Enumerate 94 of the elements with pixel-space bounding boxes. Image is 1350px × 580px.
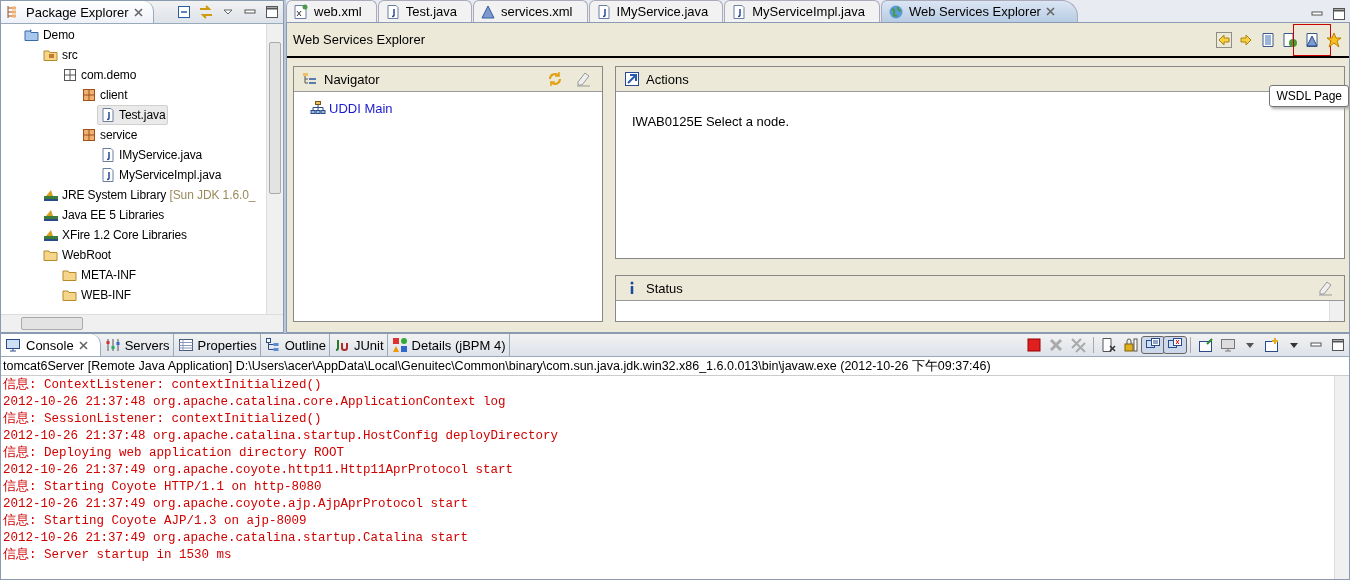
java-file-icon — [731, 3, 748, 20]
java-file-icon — [595, 3, 612, 20]
vertical-scrollbar[interactable] — [266, 24, 283, 314]
shapes-icon — [391, 337, 408, 353]
console-line: 2012-10-26 21:37:48 org.apache.catalina.startup.HostConfig deployDirectory — [2, 428, 560, 445]
maximize-icon[interactable] — [264, 4, 280, 20]
maximize-icon[interactable] — [1331, 6, 1347, 22]
view-tab[interactable]: JUnit — [329, 334, 388, 356]
console-line: 信息: Starting Coyote HTTP/1.1 on http-8080 — [2, 479, 323, 496]
process-label: tomcat6Server [Remote Java Application] D:\Users\acer\AppData\Local\Genuitec\Common\binary\com.sun.java.jdk.win32.x86_1.6.0.013\bin\javaw.exe (2012-10-26 下午09:37:46) — [1, 357, 1349, 376]
wsdl-page-icon[interactable] — [1304, 31, 1320, 48]
document-icon[interactable] — [1260, 31, 1276, 48]
tree-item[interactable]: MyServiceImpl.java — [97, 165, 225, 185]
collapse-all-icon[interactable] — [176, 4, 192, 20]
folder-icon — [62, 267, 78, 283]
package-icon — [81, 127, 97, 143]
editor-tab[interactable]: Web Services Explorer — [880, 0, 1078, 22]
editor-tab[interactable]: Test.java — [377, 0, 472, 22]
tree-item[interactable]: XFire 1.2 Core Libraries — [40, 225, 190, 245]
vertical-scrollbar[interactable] — [1329, 301, 1344, 321]
console-line: 2012-10-26 21:37:48 org.apache.catalina.core.ApplicationContext log — [2, 394, 507, 411]
editor-tab[interactable]: web.xml — [286, 0, 377, 22]
table-icon — [177, 337, 194, 353]
java-file-icon — [100, 167, 116, 183]
triangle-file-icon — [480, 3, 496, 20]
star-icon[interactable] — [1326, 31, 1342, 48]
console-line: 信息: SessionListener: contextInitialized() — [2, 411, 323, 428]
junit-icon — [333, 337, 350, 353]
tree-item[interactable]: Test.java — [97, 105, 169, 125]
navigator-icon — [302, 71, 318, 87]
globe-icon — [887, 3, 904, 20]
console-line: 2012-10-26 21:37:49 org.apache.catalina.startup.Catalina start — [2, 530, 470, 547]
console-line: 信息: ContextListener: contextInitialized() — [2, 377, 323, 394]
project-folder-icon — [24, 27, 40, 43]
horizontal-scrollbar[interactable] — [1, 314, 283, 332]
frame-title: Status — [646, 280, 683, 296]
monitor-icon — [5, 337, 21, 353]
editor-tab[interactable]: services.xml — [473, 0, 588, 22]
stop-icon[interactable] — [1026, 337, 1042, 353]
package-icon — [62, 67, 78, 83]
xml-file-icon — [293, 3, 309, 20]
view-tab[interactable]: Properties — [173, 334, 261, 356]
tree-item[interactable]: service — [78, 125, 141, 145]
display-console-icon[interactable] — [1220, 337, 1236, 353]
status-message: IWAB0125E Select a node. — [632, 113, 791, 129]
document-globe-icon[interactable] — [1282, 31, 1298, 48]
java-file-icon — [100, 147, 116, 163]
hierarchy-icon — [310, 100, 326, 116]
scroll-lock-icon[interactable] — [1123, 337, 1139, 353]
view-tab[interactable]: Package Explorer — [1, 1, 154, 23]
java-file-icon — [100, 107, 116, 123]
console-line: 2012-10-26 21:37:49 org.apache.coyote.http11.Http11AprProtocol start — [2, 462, 515, 479]
view-tab[interactable]: Console — [1, 334, 101, 356]
close-icon[interactable] — [78, 340, 88, 350]
console-line: 信息: Starting Coyote AJP/1.3 on ajp-8009 — [2, 513, 308, 530]
tree-item[interactable]: client — [78, 85, 131, 105]
registry-link[interactable]: UDDI Main — [310, 100, 586, 116]
close-icon[interactable] — [133, 7, 143, 17]
close-icon[interactable] — [1045, 7, 1055, 16]
explorer-title: Web Services Explorer — [293, 32, 425, 47]
tree-item[interactable]: WEB-INF — [59, 285, 134, 305]
package-icon — [81, 87, 97, 103]
frame-title: Actions — [646, 71, 689, 87]
tree-item[interactable]: Demo — [21, 25, 78, 45]
tree-item[interactable]: WebRoot — [40, 245, 115, 265]
servers-icon — [104, 337, 121, 353]
editor-tab[interactable]: MyServiceImpl.java — [724, 0, 880, 22]
java-file-icon — [384, 3, 401, 20]
clear-console-icon[interactable] — [1101, 337, 1117, 353]
maximize-icon[interactable] — [1330, 337, 1346, 353]
tree-item[interactable]: IMyService.java — [97, 145, 206, 165]
tree-item[interactable]: src — [40, 45, 81, 65]
console-line: 信息: Deploying web application directory ROOT — [2, 445, 346, 462]
view-tab[interactable]: Servers — [100, 334, 174, 356]
tooltip: WSDL Page — [1269, 85, 1349, 107]
pin-icon[interactable] — [1198, 337, 1214, 353]
console-line: 2012-10-26 21:37:49 org.apache.coyote.ajp.AjpAprProtocol start — [2, 496, 470, 513]
view-tab[interactable]: Outline — [260, 334, 330, 356]
source-folder-icon — [43, 47, 59, 63]
console-line: 信息: Server startup in 1530 ms — [2, 547, 233, 564]
folder-icon — [62, 287, 78, 303]
tree-item[interactable]: JRE System Library [Sun JDK 1.6.0_ — [40, 185, 259, 205]
view-tab[interactable]: Details (jBPM 4) — [387, 334, 510, 356]
folder-icon — [43, 247, 59, 263]
outline-icon — [264, 337, 281, 353]
frame-title: Navigator — [324, 71, 380, 87]
back-arrow-icon[interactable] — [1216, 31, 1232, 48]
tree-item[interactable]: META-INF — [59, 265, 139, 285]
tree-item[interactable]: Java EE 5 Libraries — [40, 205, 168, 225]
actions-icon — [624, 71, 640, 87]
tree-item[interactable]: com.demo — [59, 65, 140, 85]
new-console-icon[interactable] — [1264, 337, 1280, 353]
vertical-scrollbar[interactable] — [1334, 376, 1349, 579]
editor-tab[interactable]: IMyService.java — [588, 0, 724, 22]
